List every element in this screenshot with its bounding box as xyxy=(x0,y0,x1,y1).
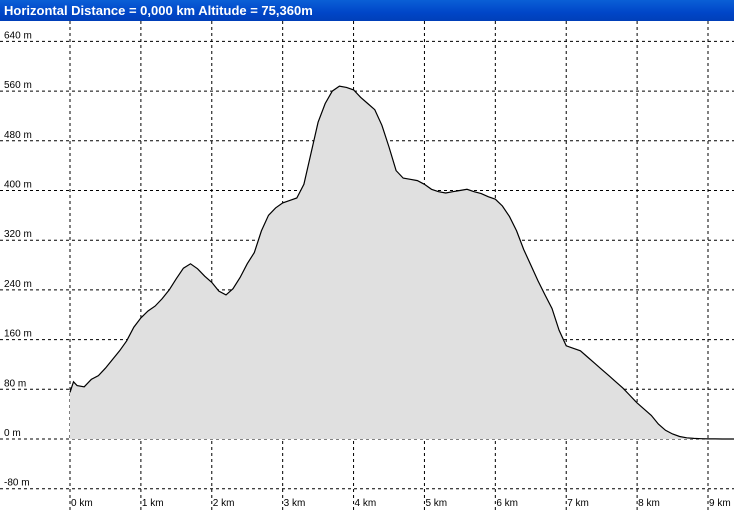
area-layer xyxy=(69,85,734,440)
y-tick-label: 0 m xyxy=(4,428,21,439)
x-tick-label: 3 km xyxy=(284,498,306,509)
y-tick-label: 640 m xyxy=(4,30,32,41)
y-tick-label: 560 m xyxy=(4,80,32,91)
x-tick-label: 6 km xyxy=(496,498,518,509)
chart-header: Horizontal Distance = 0,000 km Altitude … xyxy=(0,0,734,21)
y-tick-label: -80 m xyxy=(4,478,30,489)
x-tick-label: 2 km xyxy=(213,498,235,509)
x-tick-label: 4 km xyxy=(355,498,377,509)
y-tick-label: 400 m xyxy=(4,180,32,191)
y-tick-label: 480 m xyxy=(4,130,32,141)
x-tick-label: 1 km xyxy=(142,498,164,509)
x-tick-label: 9 km xyxy=(709,498,731,509)
y-tick-label: 160 m xyxy=(4,329,32,340)
x-tick-label: 8 km xyxy=(638,498,660,509)
elevation-area xyxy=(70,86,734,439)
elevation-profile-chart: 0 km 1 km 2 km 3 km 4 km 5 km 6 km 7 km 8 km 9 km… xyxy=(0,21,734,513)
plot-area: 0 km 1 km 2 km 3 km 4 km 5 km 6 km 7 km 8 km 9 km… xyxy=(0,21,734,513)
header-readout: Horizontal Distance = 0,000 km Altitude … xyxy=(4,3,313,18)
x-tick-label: 0 km xyxy=(71,498,93,509)
x-tick-label: 7 km xyxy=(567,498,589,509)
y-tick-label: 240 m xyxy=(4,279,32,290)
x-tick-label: 5 km xyxy=(425,498,447,509)
y-tick-label: 80 m xyxy=(4,378,26,389)
y-tick-label: 320 m xyxy=(4,229,32,240)
